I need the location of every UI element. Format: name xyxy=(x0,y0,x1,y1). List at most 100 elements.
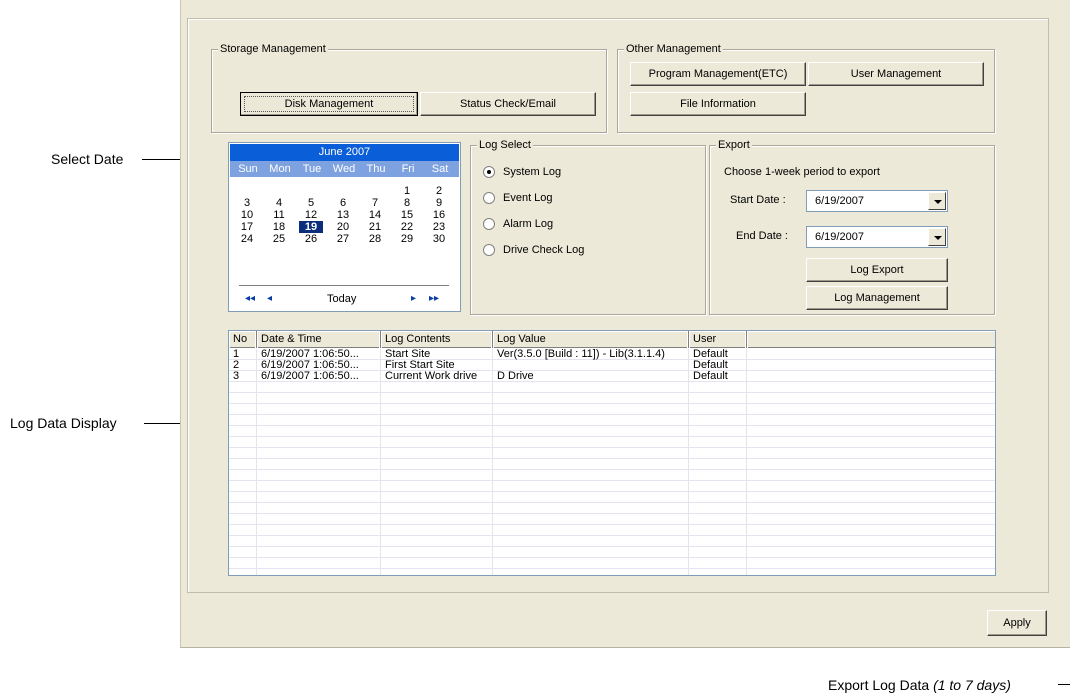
radio-button[interactable] xyxy=(483,192,495,204)
table-cell: Default xyxy=(693,371,728,382)
log-select-title: Log Select xyxy=(477,138,533,152)
calendar-day[interactable]: 21 xyxy=(363,221,387,233)
calendar-day-selected[interactable]: 19 xyxy=(299,221,323,233)
calendar-day[interactable]: 28 xyxy=(363,233,387,245)
calendar-day[interactable]: 17 xyxy=(235,221,259,233)
file-information-button[interactable]: File Information xyxy=(630,92,806,116)
calendar-day[interactable]: 8 xyxy=(395,197,419,209)
log-table-header: No Date & Time Log Contents Log Value User xyxy=(229,331,995,348)
export-log-annotation: Export Log Data (1 to 7 days) xyxy=(828,676,1011,694)
end-date-dropdown-icon[interactable] xyxy=(928,228,946,246)
calendar-day[interactable]: 24 xyxy=(235,233,259,245)
log-management-button[interactable]: Log Management xyxy=(806,286,948,310)
start-date-value: 6/19/2007 xyxy=(815,195,864,207)
calendar-day[interactable]: 29 xyxy=(395,233,419,245)
table-row[interactable]: 2 6/19/2007 1:06:50... First Start Site Def… xyxy=(229,360,995,371)
storage-management-group: Storage Management Disk Management Statu… xyxy=(211,42,607,133)
column-header[interactable]: Log Contents xyxy=(381,331,493,348)
calendar-day[interactable]: 26 xyxy=(299,233,323,245)
log-type-label: Drive Check Log xyxy=(503,244,585,256)
calendar-day[interactable]: 9 xyxy=(427,197,451,209)
log-type-option[interactable]: System Log xyxy=(483,164,561,180)
calendar-day[interactable]: 22 xyxy=(395,221,419,233)
select-date-annotation: Select Date xyxy=(51,151,124,167)
log-data-table[interactable]: No Date & Time Log Contents Log Value User 1… xyxy=(228,330,996,576)
today-button[interactable]: Today xyxy=(327,293,356,305)
calendar-separator xyxy=(239,285,449,286)
table-row[interactable]: 3 6/19/2007 1:06:50... Current Work drive D… xyxy=(229,371,995,382)
column-header[interactable]: Date & Time xyxy=(257,331,381,348)
start-date-picker[interactable]: 6/19/2007 xyxy=(806,190,948,212)
calendar-day[interactable]: 13 xyxy=(331,209,355,221)
calendar-day[interactable]: 5 xyxy=(299,197,323,209)
calendar-day[interactable]: 1 xyxy=(395,185,419,197)
program-management-button[interactable]: Program Management(ETC) xyxy=(630,62,806,86)
user-management-button[interactable]: User Management xyxy=(808,62,984,86)
calendar-day[interactable]: 23 xyxy=(427,221,451,233)
column-header[interactable]: User xyxy=(689,331,747,348)
radio-button[interactable] xyxy=(483,244,495,256)
empty-table-row xyxy=(229,492,995,503)
empty-table-row xyxy=(229,426,995,437)
export-log-leader-line xyxy=(1058,684,1070,685)
next-year-icon[interactable]: ▸▸ xyxy=(429,293,439,305)
previous-year-icon[interactable]: ◂◂ xyxy=(245,293,255,305)
column-header[interactable]: No xyxy=(229,331,257,348)
export-instruction: Choose 1-week period to export xyxy=(724,166,880,178)
calendar-day[interactable]: 3 xyxy=(235,197,259,209)
export-group: Export Choose 1-week period to export St… xyxy=(709,138,995,315)
calendar-day[interactable]: 16 xyxy=(427,209,451,221)
calendar-weekday: Sun xyxy=(238,163,258,175)
calendar-day[interactable]: 15 xyxy=(395,209,419,221)
calendar-weekday: Wed xyxy=(332,163,356,175)
empty-table-row xyxy=(229,382,995,393)
date-calendar[interactable]: June 2007 Sun Mon Tue Wed Thu Fri Sat 12345678… xyxy=(228,142,461,312)
log-type-option[interactable]: Drive Check Log xyxy=(483,242,584,258)
radio-button[interactable] xyxy=(483,218,495,230)
apply-button[interactable]: Apply xyxy=(987,610,1047,636)
log-data-display-annotation: Log Data Display xyxy=(10,415,117,431)
calendar-day[interactable]: 20 xyxy=(331,221,355,233)
calendar-weekday-row: Sun Mon Tue Wed Thu Fri Sat xyxy=(230,161,459,177)
column-header[interactable]: Log Value xyxy=(493,331,689,348)
log-type-option[interactable]: Event Log xyxy=(483,190,553,206)
log-export-button[interactable]: Log Export xyxy=(806,258,948,282)
log-type-label: Event Log xyxy=(503,192,553,204)
previous-month-icon[interactable]: ◂ xyxy=(267,293,272,305)
calendar-day[interactable]: 12 xyxy=(299,209,323,221)
calendar-day[interactable]: 2 xyxy=(427,185,451,197)
export-log-annotation-range: (1 to 7 days) xyxy=(933,677,1011,693)
empty-table-row xyxy=(229,525,995,536)
calendar-day[interactable]: 25 xyxy=(267,233,291,245)
end-date-picker[interactable]: 6/19/2007 xyxy=(806,226,948,248)
calendar-day[interactable]: 10 xyxy=(235,209,259,221)
table-cell: Ver(3.5.0 [Build : 11]) - Lib(3.1.1.4) xyxy=(497,349,665,360)
calendar-day[interactable]: 30 xyxy=(427,233,451,245)
calendar-day[interactable]: 18 xyxy=(267,221,291,233)
calendar-day[interactable]: 27 xyxy=(331,233,355,245)
start-date-dropdown-icon[interactable] xyxy=(928,192,946,210)
next-month-icon[interactable]: ▸ xyxy=(411,293,416,305)
storage-management-title: Storage Management xyxy=(218,42,328,56)
export-title: Export xyxy=(716,138,752,152)
radio-button[interactable] xyxy=(483,166,495,178)
empty-table-row xyxy=(229,404,995,415)
calendar-day[interactable]: 14 xyxy=(363,209,387,221)
calendar-weekday: Mon xyxy=(269,163,291,175)
disk-management-button[interactable]: Disk Management xyxy=(240,92,418,116)
other-management-title: Other Management xyxy=(624,42,723,56)
log-type-option[interactable]: Alarm Log xyxy=(483,216,553,232)
column-header[interactable] xyxy=(747,331,995,348)
calendar-weekday: Thu xyxy=(366,163,386,175)
calendar-day[interactable]: 7 xyxy=(363,197,387,209)
empty-table-row xyxy=(229,503,995,514)
status-check-email-button[interactable]: Status Check/Email xyxy=(420,92,596,116)
table-cell: 6/19/2007 1:06:50... xyxy=(261,349,359,360)
end-date-label: End Date : xyxy=(736,230,788,242)
calendar-day[interactable]: 6 xyxy=(331,197,355,209)
calendar-day[interactable]: 11 xyxy=(267,209,291,221)
empty-table-row xyxy=(229,459,995,470)
empty-table-row xyxy=(229,558,995,569)
table-row[interactable]: 1 6/19/2007 1:06:50... Start Site Ver(3.5.0… xyxy=(229,349,995,360)
calendar-day[interactable]: 4 xyxy=(267,197,291,209)
